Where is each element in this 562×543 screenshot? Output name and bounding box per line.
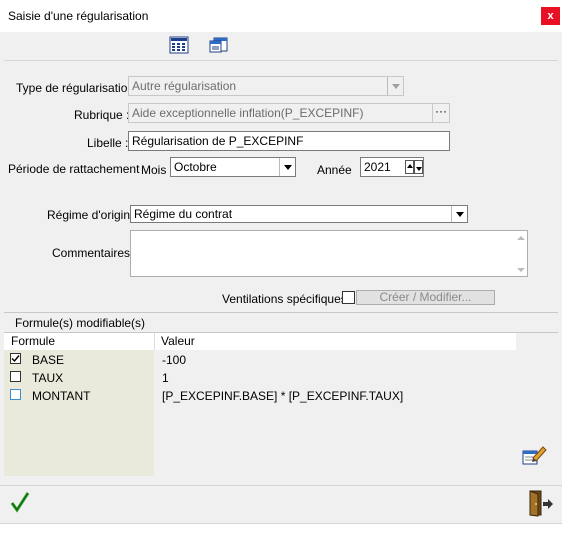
regime-value: Régime du contrat xyxy=(134,207,233,221)
creer-modifier-button[interactable]: Créer / Modifier... xyxy=(356,290,495,305)
edit-formula-icon[interactable] xyxy=(521,444,547,466)
checkmark-icon[interactable] xyxy=(10,491,30,513)
table-row[interactable] xyxy=(4,369,516,386)
regime-dropdown[interactable]: Régime du contrat xyxy=(130,205,468,223)
spin-up-icon[interactable] xyxy=(405,160,414,174)
row-checkbox[interactable] xyxy=(10,371,21,382)
chevron-down-icon xyxy=(387,77,403,95)
column-header-valeur[interactable]: Valeur xyxy=(154,333,516,350)
chevron-down-icon xyxy=(451,206,467,222)
ventilations-checkbox[interactable] xyxy=(342,291,355,304)
commentaires-label: Commentaires : xyxy=(52,246,137,260)
spin-down-icon[interactable] xyxy=(414,160,423,174)
type-dropdown[interactable]: Autre régularisation xyxy=(128,76,404,96)
commentaires-scrollbar[interactable] xyxy=(514,231,527,276)
rubrique-label: Rubrique : xyxy=(74,108,130,122)
window-title: Saisie d'une régularisation xyxy=(8,9,149,23)
annee-value: 2021 xyxy=(364,160,391,174)
type-value: Autre régularisation xyxy=(132,79,237,93)
mois-dropdown[interactable]: Octobre xyxy=(170,157,296,177)
type-label: Type de régularisation xyxy=(16,81,135,95)
window-list-icon[interactable] xyxy=(209,36,229,54)
mois-value: Octobre xyxy=(174,160,217,174)
footer-separator xyxy=(0,485,562,486)
row-checkbox[interactable] xyxy=(10,389,21,400)
formule-name: BASE xyxy=(32,353,65,367)
mois-label: Mois xyxy=(141,163,167,177)
periode-label: Période de rattachement xyxy=(8,162,140,176)
ventilations-label: Ventilations spécifiques xyxy=(222,292,347,306)
formule-name: MONTANT xyxy=(32,389,91,403)
libelle-input[interactable]: Régularisation de P_EXCEPINF xyxy=(128,131,450,151)
regime-label: Régime d'origine xyxy=(47,208,137,222)
formule-value[interactable]: [P_EXCEPINF.BASE] * [P_EXCEPINF.TAUX] xyxy=(162,389,403,403)
annee-label: Année xyxy=(317,163,352,177)
toolbar-separator xyxy=(4,60,558,61)
checkmark-icon xyxy=(11,355,20,363)
formules-group-title: Formule(s) modifiable(s) xyxy=(15,316,146,330)
status-bar xyxy=(0,523,562,543)
libelle-label: Libelle : xyxy=(87,136,129,150)
formule-name: TAUX xyxy=(32,371,64,385)
close-button[interactable]: x xyxy=(541,7,560,25)
chevron-down-icon xyxy=(279,158,295,176)
table-row[interactable] xyxy=(4,351,516,368)
commentaires-textarea[interactable] xyxy=(130,230,528,277)
rubrique-browse-button[interactable]: ··· xyxy=(432,103,450,123)
calculator-icon[interactable] xyxy=(169,36,189,54)
column-header-formule[interactable]: Formule xyxy=(4,333,154,350)
formule-value[interactable]: -100 xyxy=(162,353,186,367)
rubrique-field[interactable]: Aide exceptionnelle inflation(P_EXCEPINF… xyxy=(128,103,433,123)
row-checkbox[interactable] xyxy=(10,353,21,364)
exit-door-icon[interactable] xyxy=(527,489,555,517)
formule-value[interactable]: 1 xyxy=(162,371,169,385)
annee-spinner[interactable]: 2021 xyxy=(360,157,424,177)
